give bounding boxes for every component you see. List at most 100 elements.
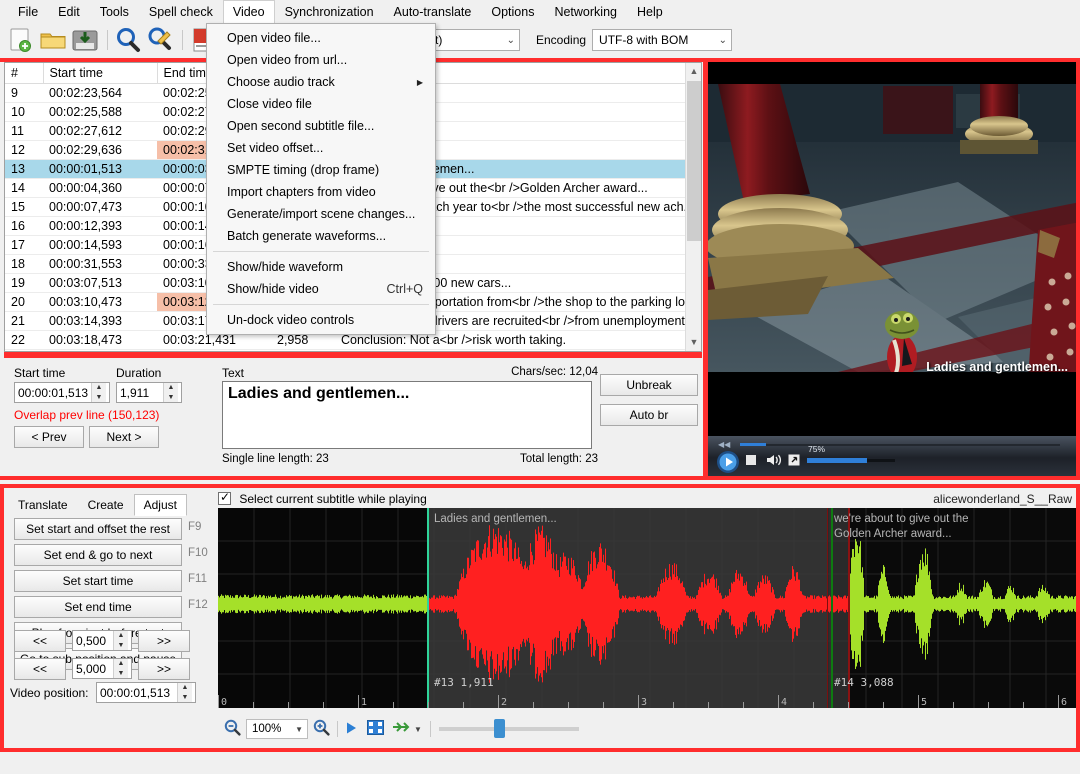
video-menu-item-5[interactable]: Set video offset...	[207, 137, 435, 159]
video-menu-item-4[interactable]: Open second subtitle file...	[207, 115, 435, 137]
video-menu-dropdown[interactable]: Open video file... Open video from url...…	[206, 23, 436, 335]
waveform-scene-marker[interactable]	[827, 508, 828, 708]
next-button[interactable]: Next >	[89, 426, 159, 448]
menu-item-video[interactable]: Video	[223, 0, 275, 24]
menu-item-auto-translate[interactable]: Auto-translate	[384, 0, 482, 24]
nudge-fwd-0[interactable]: >>	[138, 630, 190, 652]
duration-spin-buttons[interactable]: ▲▼	[163, 383, 178, 402]
prev-button[interactable]: < Prev	[14, 426, 84, 448]
fast-forward-icon[interactable]	[392, 721, 410, 737]
filmstrip-icon[interactable]	[367, 720, 384, 738]
new-file-icon[interactable]	[6, 26, 36, 54]
cell-num: 11	[5, 122, 43, 141]
nudge-value-input-0[interactable]	[73, 631, 113, 650]
open-folder-icon[interactable]	[38, 26, 68, 54]
menu-item-spell-check[interactable]: Spell check	[139, 0, 223, 24]
zoom-out-icon[interactable]	[224, 719, 241, 739]
nudge-value-stepper-1[interactable]: ▲▼	[72, 658, 132, 679]
nudge-value-stepper-0[interactable]: ▲▼	[72, 630, 132, 651]
waveform-start-marker-14[interactable]	[831, 508, 833, 708]
nudge-spin-buttons-1[interactable]: ▲▼	[113, 659, 128, 678]
tab-translate[interactable]: Translate	[8, 494, 78, 516]
select-while-playing-row[interactable]: Select current subtitle while playing	[218, 492, 427, 506]
panel-border-vertical	[703, 58, 708, 478]
tab-create[interactable]: Create	[78, 494, 134, 516]
video-menu-item-3[interactable]: Close video file	[207, 93, 435, 115]
duration-input[interactable]	[117, 383, 163, 402]
scrollbar-thumb[interactable]	[687, 81, 701, 241]
volume-slider[interactable]	[807, 458, 867, 463]
waveform-play-icon[interactable]	[345, 721, 358, 738]
scroll-down-icon[interactable]: ▼	[686, 334, 702, 351]
zoom-in-icon[interactable]	[313, 719, 330, 739]
adjust-shortcut-1: F10	[188, 547, 208, 559]
video-menu-item-10[interactable]: Show/hide waveform	[207, 256, 435, 278]
nudge-back-1[interactable]: <<	[14, 658, 66, 680]
nudge-value-input-1[interactable]	[73, 659, 113, 678]
video-seek-bar[interactable]	[740, 444, 1060, 446]
volume-slider-track[interactable]	[867, 459, 895, 462]
video-position-spin-buttons[interactable]: ▲▼	[177, 683, 192, 702]
nudge-back-0[interactable]: <<	[14, 630, 66, 652]
menu-item-synchronization[interactable]: Synchronization	[275, 0, 384, 24]
start-time-stepper[interactable]: ▲▼	[14, 382, 110, 403]
unbreak-button[interactable]: Unbreak	[600, 374, 698, 396]
menu-item-file[interactable]: File	[8, 0, 48, 24]
video-menu-item-label: Open video from url...	[227, 53, 347, 67]
nudge-fwd-1[interactable]: >>	[138, 658, 190, 680]
mute-button[interactable]	[766, 453, 782, 470]
stop-button[interactable]	[746, 455, 756, 465]
encoding-combo[interactable]: UTF-8 with BOM ⌄	[592, 29, 732, 51]
video-menu-item-11[interactable]: Show/hide videoCtrl+Q	[207, 278, 435, 300]
video-position-input[interactable]	[97, 683, 177, 702]
waveform-display[interactable]: Ladies and gentlemen... we're about to g…	[218, 508, 1080, 708]
save-icon[interactable]	[70, 26, 100, 54]
replace-icon[interactable]	[145, 26, 175, 54]
waveform-start-marker-13[interactable]	[427, 508, 429, 708]
menu-item-help[interactable]: Help	[627, 0, 673, 24]
cell-start: 00:00:14,593	[43, 236, 157, 255]
adjust-button-1[interactable]: Set end & go to next	[14, 544, 182, 566]
video-player-panel[interactable]: Ladies and gentlemen... ◀◀	[708, 62, 1080, 476]
adjust-button-3[interactable]: Set end time	[14, 596, 182, 618]
menu-item-options[interactable]: Options	[481, 0, 544, 24]
menu-item-tools[interactable]: Tools	[90, 0, 139, 24]
list-vertical-scrollbar[interactable]: ▲ ▼	[685, 63, 701, 351]
tab-adjust[interactable]: Adjust	[134, 494, 187, 516]
chevron-down-icon[interactable]: ▼	[414, 725, 422, 734]
video-menu-item-0[interactable]: Open video file...	[207, 27, 435, 49]
menu-item-edit[interactable]: Edit	[48, 0, 90, 24]
waveform-position-slider[interactable]	[439, 727, 579, 731]
scroll-up-icon[interactable]: ▲	[686, 63, 702, 80]
fullscreen-button[interactable]	[788, 454, 800, 469]
column-header-start-time[interactable]: Start time	[43, 63, 157, 84]
subtitle-text-input[interactable]: Ladies and gentlemen...	[222, 381, 592, 449]
adjust-button-0[interactable]: Set start and offset the rest	[14, 518, 182, 540]
video-position-stepper[interactable]: ▲▼	[96, 682, 196, 703]
duration-stepper[interactable]: ▲▼	[116, 382, 182, 403]
video-menu-item-2[interactable]: Choose audio track▶	[207, 71, 435, 93]
column-header--[interactable]: #	[5, 63, 43, 84]
video-menu-item-1[interactable]: Open video from url...	[207, 49, 435, 71]
menu-item-networking[interactable]: Networking	[544, 0, 627, 24]
list-horizontal-scrollbar[interactable]	[4, 352, 702, 358]
toolbar: SubRip (.srt) ⌄ Encoding UTF-8 with BOM …	[0, 24, 1080, 56]
auto-br-button[interactable]: Auto br	[600, 404, 698, 426]
nudge-spin-buttons-0[interactable]: ▲▼	[113, 631, 128, 650]
video-menu-item-6[interactable]: SMPTE timing (drop frame)	[207, 159, 435, 181]
video-stage[interactable]: Ladies and gentlemen...	[708, 62, 1080, 436]
play-button[interactable]	[716, 450, 740, 477]
cell-start: 00:03:07,513	[43, 274, 157, 293]
video-menu-item-7[interactable]: Import chapters from video	[207, 181, 435, 203]
video-menu-item-9[interactable]: Batch generate waveforms...	[207, 225, 435, 247]
start-time-input[interactable]	[15, 383, 91, 402]
video-menu-item-12[interactable]: Un-dock video controls	[207, 309, 435, 331]
find-icon[interactable]	[113, 26, 143, 54]
slider-thumb[interactable]	[494, 719, 505, 738]
start-time-spin-buttons[interactable]: ▲▼	[91, 383, 106, 402]
select-while-playing-checkbox[interactable]	[218, 492, 231, 505]
rewind-icon[interactable]: ◀◀	[718, 440, 730, 449]
video-menu-item-8[interactable]: Generate/import scene changes...	[207, 203, 435, 225]
waveform-zoom-combo[interactable]: 100% ▼	[246, 719, 308, 739]
adjust-button-2[interactable]: Set start time	[14, 570, 182, 592]
